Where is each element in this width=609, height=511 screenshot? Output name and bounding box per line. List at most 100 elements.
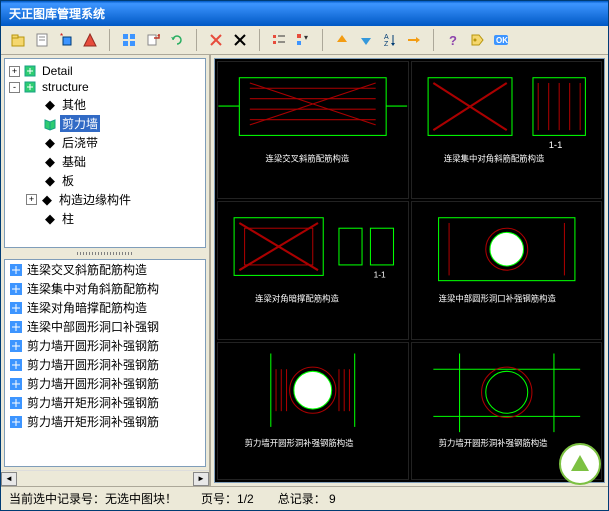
tree-child[interactable]: ◆基础 [9, 152, 201, 171]
svg-text:A: A [384, 34, 389, 41]
preview-thumbnail[interactable]: 1-1连梁集中对角斜筋配筋构造 [411, 61, 603, 199]
tree-child[interactable]: ◆柱 [9, 209, 201, 228]
horizontal-splitter[interactable] [1, 251, 209, 256]
book-icon: ◆ [43, 212, 57, 226]
svg-text:OK: OK [496, 36, 508, 45]
list-item[interactable]: 连梁集中对角斜筋配筋构 [5, 279, 205, 298]
scroll-right-icon[interactable]: ► [193, 472, 209, 486]
book-icon: ◆ [40, 193, 54, 207]
book-icon: ◆ [43, 174, 57, 188]
item-icon [9, 263, 23, 277]
svg-text:Z: Z [384, 41, 389, 48]
tb-ok[interactable]: OK [490, 29, 512, 51]
tb-tag[interactable] [466, 29, 488, 51]
list-item[interactable]: 剪力墙开矩形洞补强钢筋 [5, 412, 205, 431]
tree-child[interactable]: ◆后浇带 [9, 133, 201, 152]
preview-thumbnail[interactable]: 连梁交叉斜筋配筋构造 [217, 61, 409, 199]
tb-refresh[interactable] [166, 29, 188, 51]
svg-text:连梁中部圆形洞口补强钢筋构造: 连梁中部圆形洞口补强钢筋构造 [438, 294, 556, 304]
status-total: 总记录： 9 [278, 490, 336, 507]
tb-delete-red[interactable] [205, 29, 227, 51]
app-window: 天正图库管理系统 * ▾ AZ [0, 0, 609, 511]
expand-icon[interactable]: + [9, 66, 20, 77]
tree-label: 后浇带 [60, 134, 100, 151]
toolbar: * ▾ AZ ? OK [1, 26, 608, 55]
tb-view-options[interactable]: ▾ [292, 29, 314, 51]
preview-thumbnail[interactable]: 连梁中部圆形洞口补强钢筋构造 [411, 201, 603, 339]
separator [259, 29, 260, 51]
tb-sort-az[interactable]: AZ [379, 29, 401, 51]
title-bar: 天正图库管理系统 [1, 1, 608, 26]
left-panel: + Detail - structure ◆其他 剪力墙 ◆后浇带 ◆基础 ◆板… [1, 55, 211, 486]
preview-thumbnail[interactable]: 剪力墙开圆形洞补强钢筋构造 [411, 342, 603, 480]
list-item[interactable]: 剪力墙开圆形洞补强钢筋 [5, 374, 205, 393]
tree-pane[interactable]: + Detail - structure ◆其他 剪力墙 ◆后浇带 ◆基础 ◆板… [4, 58, 206, 248]
status-selected: 当前选中记录号：无选中图块！ [9, 490, 177, 507]
preview-thumbnail[interactable]: 1-1连梁对角暗撑配筋构造 [217, 201, 409, 339]
separator [433, 29, 434, 51]
separator [196, 29, 197, 51]
tree-label: 基础 [60, 153, 88, 170]
tree-child[interactable]: ◆板 [9, 171, 201, 190]
tb-down[interactable] [355, 29, 377, 51]
svg-text:连梁交叉斜筋配筋构造: 连梁交叉斜筋配筋构造 [266, 154, 350, 164]
node-icon [23, 80, 37, 94]
svg-text:剪力墙开圆形洞补强钢筋构造: 剪力墙开圆形洞补强钢筋构造 [245, 437, 354, 447]
tb-export[interactable] [142, 29, 164, 51]
svg-text:▾: ▾ [304, 33, 308, 42]
tb-new-page[interactable] [31, 29, 53, 51]
list-pane[interactable]: 连梁交叉斜筋配筋构造 连梁集中对角斜筋配筋构 连梁对角暗撑配筋构造 连梁中部圆形… [4, 259, 206, 467]
node-icon [23, 64, 37, 78]
tb-view-list[interactable] [268, 29, 290, 51]
tb-move-right[interactable] [403, 29, 425, 51]
svg-text:?: ? [449, 33, 457, 48]
separator [109, 29, 110, 51]
tree-node-detail[interactable]: + Detail [9, 63, 201, 79]
list-label: 剪力墙开矩形洞补强钢筋 [27, 413, 159, 430]
item-icon [9, 358, 23, 372]
expand-icon[interactable]: + [26, 194, 37, 205]
tree-node-structure[interactable]: - structure [9, 79, 201, 95]
list-scrollbar[interactable]: ◄ ► [1, 470, 209, 486]
tb-delete-black[interactable] [229, 29, 251, 51]
list-label: 剪力墙开圆形洞补强钢筋 [27, 337, 159, 354]
tree-label: 剪力墙 [60, 115, 100, 132]
window-title: 天正图库管理系统 [9, 5, 105, 22]
list-label: 剪力墙开矩形洞补强钢筋 [27, 394, 159, 411]
item-icon [9, 320, 23, 334]
tb-grid[interactable] [118, 29, 140, 51]
tree-label: 柱 [60, 210, 76, 227]
item-icon [9, 301, 23, 315]
separator [322, 29, 323, 51]
svg-text:剪力墙开圆形洞补强钢筋构造: 剪力墙开圆形洞补强钢筋构造 [438, 437, 547, 447]
item-icon [9, 396, 23, 410]
tree-label: structure [40, 80, 91, 94]
list-item[interactable]: 剪力墙开矩形洞补强钢筋 [5, 393, 205, 412]
svg-text:连梁对角暗撑配筋构造: 连梁对角暗撑配筋构造 [255, 294, 339, 304]
tb-up[interactable] [331, 29, 353, 51]
list-label: 连梁中部圆形洞口补强钢 [27, 318, 159, 335]
svg-text:*: * [60, 32, 63, 41]
tree-child-selected[interactable]: 剪力墙 [9, 114, 201, 133]
tb-pattern[interactable] [79, 29, 101, 51]
preview-thumbnail[interactable]: 剪力墙开圆形洞补强钢筋构造 [217, 342, 409, 480]
tb-new-folder[interactable] [7, 29, 29, 51]
preview-grid[interactable]: 连梁交叉斜筋配筋构造 1-1连梁集中对角斜筋配筋构造 1-1连梁对角暗撑配筋构造… [214, 58, 605, 483]
book-icon: ◆ [43, 155, 57, 169]
list-item[interactable]: 剪力墙开圆形洞补强钢筋 [5, 355, 205, 374]
list-label: 剪力墙开圆形洞补强钢筋 [27, 375, 159, 392]
svg-text:1-1: 1-1 [548, 139, 562, 150]
list-item[interactable]: 连梁中部圆形洞口补强钢 [5, 317, 205, 336]
tree-child[interactable]: ◆其他 [9, 95, 201, 114]
tree-child[interactable]: +◆构造边缘构件 [9, 190, 201, 209]
scroll-left-icon[interactable]: ◄ [1, 472, 17, 486]
tb-help[interactable]: ? [442, 29, 464, 51]
list-item[interactable]: 连梁交叉斜筋配筋构造 [5, 260, 205, 279]
item-icon [9, 339, 23, 353]
item-icon [9, 282, 23, 296]
tb-new-item[interactable]: * [55, 29, 77, 51]
status-page: 页号：1/2 [201, 490, 254, 507]
list-item[interactable]: 连梁对角暗撑配筋构造 [5, 298, 205, 317]
collapse-icon[interactable]: - [9, 82, 20, 93]
list-item[interactable]: 剪力墙开圆形洞补强钢筋 [5, 336, 205, 355]
